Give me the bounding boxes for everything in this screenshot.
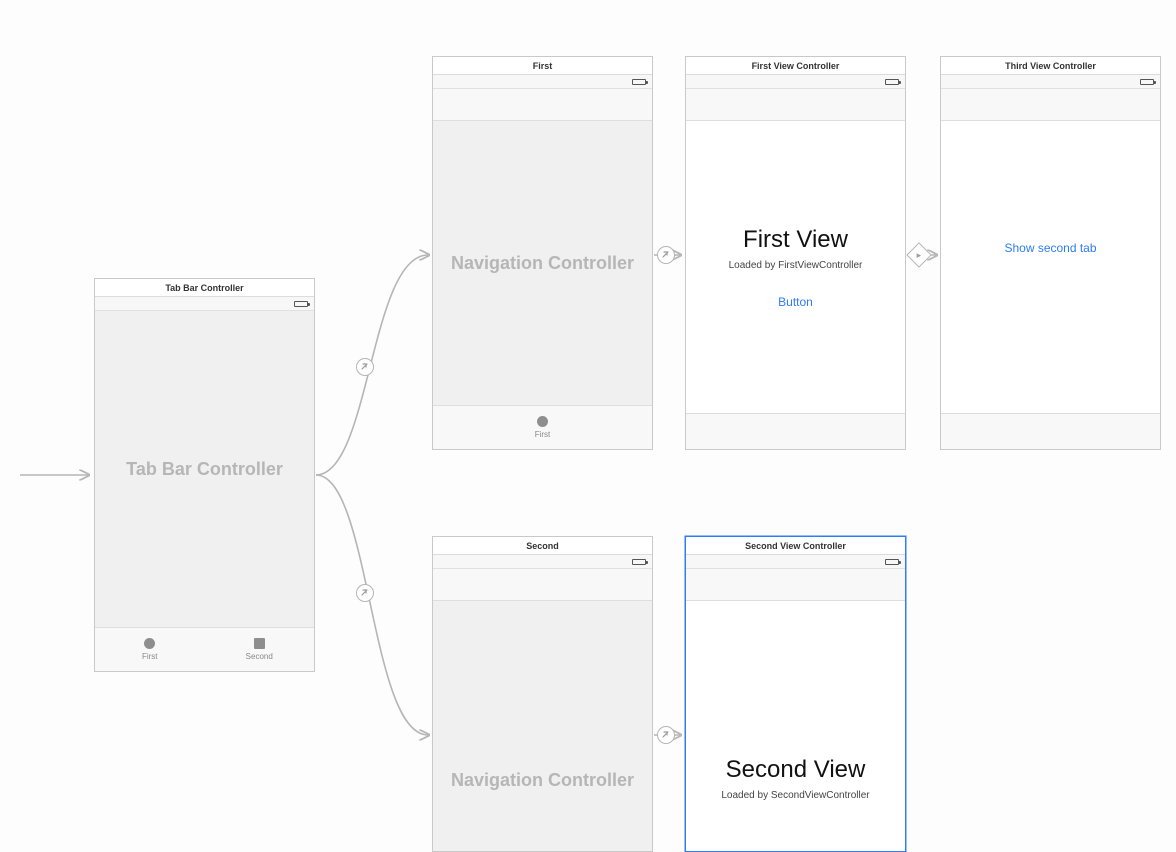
scene-title: Tab Bar Controller — [95, 279, 314, 297]
battery-icon — [632, 559, 646, 565]
battery-icon — [1140, 79, 1154, 85]
battery-icon — [885, 559, 899, 565]
tab-label: First — [142, 652, 158, 661]
status-bar — [433, 75, 652, 89]
subheading-label: Loaded by FirstViewController — [729, 260, 863, 271]
status-bar — [686, 75, 905, 89]
segue-node-relationship[interactable] — [657, 726, 675, 744]
navigation-bar — [433, 89, 652, 121]
scene-title: Second View Controller — [686, 537, 905, 555]
scene-first-vc[interactable]: First View Controller First View Loaded … — [685, 56, 906, 450]
scene-title: Second — [433, 537, 652, 555]
scene-body: Navigation Controller — [433, 121, 652, 405]
status-bar — [941, 75, 1160, 89]
navigation-bar — [433, 569, 652, 601]
navigation-bar — [686, 569, 905, 601]
tab-bar — [941, 413, 1160, 449]
navigation-bar — [941, 89, 1160, 121]
scene-body: First View Loaded by FirstViewController… — [686, 121, 905, 413]
status-bar — [686, 555, 905, 569]
placeholder-label: Tab Bar Controller — [126, 459, 283, 480]
scene-tab-bar-controller[interactable]: Tab Bar Controller Tab Bar Controller Fi… — [94, 278, 315, 672]
tab-bar — [686, 413, 905, 449]
heading-label: First View — [743, 226, 848, 254]
battery-icon — [885, 79, 899, 85]
battery-icon — [294, 301, 308, 307]
tab-item-first[interactable]: First — [433, 406, 652, 449]
scene-body: Navigation Controller — [433, 601, 652, 851]
scene-body: Second View Loaded by SecondViewControll… — [686, 601, 905, 851]
tab-label: Second — [246, 652, 273, 661]
show-segue-icon: ▸ — [917, 250, 922, 261]
scene-second-vc[interactable]: Second View Controller Second View Loade… — [685, 536, 906, 852]
tab-label: First — [535, 430, 551, 439]
status-bar — [433, 555, 652, 569]
button[interactable]: Button — [778, 295, 813, 309]
circle-icon — [537, 416, 548, 427]
storyboard-canvas[interactable]: ▸ Tab Bar Controller Tab Bar Controller … — [0, 0, 1176, 852]
scene-body: Tab Bar Controller — [95, 311, 314, 627]
heading-label: Second View — [726, 756, 866, 784]
scene-third-vc[interactable]: Third View Controller Show second tab — [940, 56, 1161, 450]
scene-title: Third View Controller — [941, 57, 1160, 75]
segue-node-show[interactable]: ▸ — [906, 242, 931, 267]
show-second-tab-button[interactable]: Show second tab — [1004, 241, 1096, 255]
scene-title: First — [433, 57, 652, 75]
tab-item-first[interactable]: First — [95, 628, 205, 671]
status-bar — [95, 297, 314, 311]
segue-node-relationship[interactable] — [657, 246, 675, 264]
tab-bar: First — [433, 405, 652, 449]
scene-nav-second[interactable]: Second Navigation Controller — [432, 536, 653, 852]
scene-title: First View Controller — [686, 57, 905, 75]
segue-node-relationship[interactable] — [356, 358, 374, 376]
scene-nav-first[interactable]: First Navigation Controller First — [432, 56, 653, 450]
battery-icon — [632, 79, 646, 85]
square-icon — [254, 638, 265, 649]
placeholder-label: Navigation Controller — [451, 770, 634, 791]
circle-icon — [144, 638, 155, 649]
tab-bar: First Second — [95, 627, 314, 671]
scene-body: Show second tab — [941, 121, 1160, 413]
subheading-label: Loaded by SecondViewController — [721, 790, 869, 801]
segue-node-relationship[interactable] — [356, 584, 374, 602]
tab-item-second[interactable]: Second — [205, 628, 315, 671]
placeholder-label: Navigation Controller — [451, 253, 634, 274]
navigation-bar — [686, 89, 905, 121]
